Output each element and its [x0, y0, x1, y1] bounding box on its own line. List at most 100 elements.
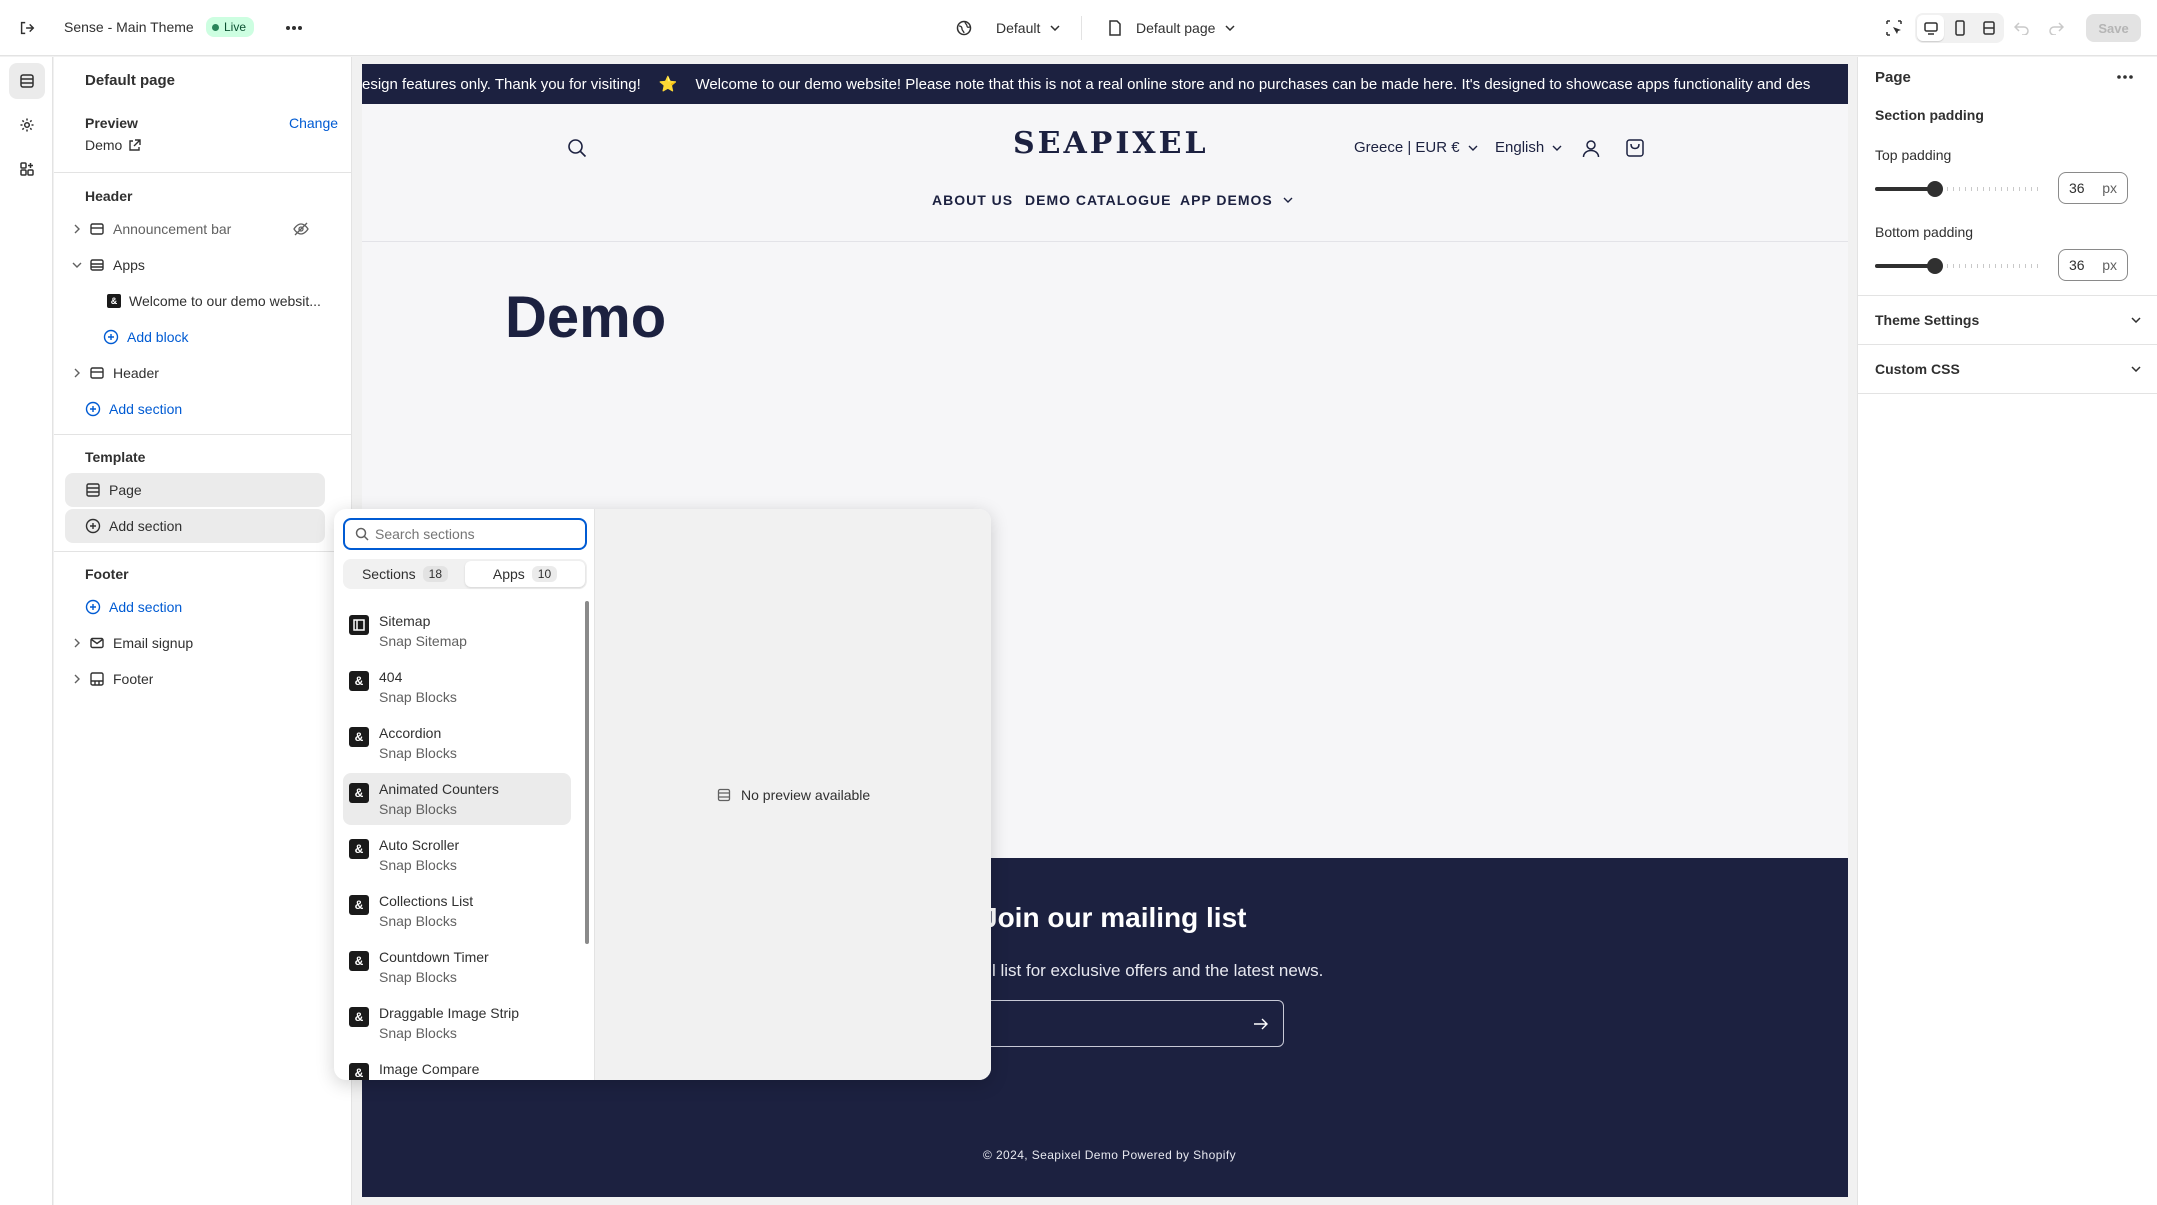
tree-item-label: Welcome to our demo websit... — [129, 293, 321, 309]
preview-label: Preview — [85, 115, 138, 131]
tree-item-label: Email signup — [113, 635, 194, 651]
tree-item-header[interactable]: Header — [65, 356, 325, 390]
item-subtitle: Snap Sitemap — [379, 633, 467, 649]
search-icon[interactable] — [565, 136, 589, 160]
divider — [54, 551, 352, 552]
cart-icon[interactable] — [1623, 136, 1647, 160]
add-block-button[interactable]: Add block — [65, 320, 325, 354]
tree-item-app-block[interactable]: & Welcome to our demo websit... — [65, 284, 325, 318]
bottom-padding-input[interactable]: 36 px — [2058, 249, 2128, 281]
preview-value[interactable]: Demo — [85, 137, 142, 153]
picker-item-accordion[interactable]: & Accordion Snap Blocks — [343, 717, 571, 769]
change-preview-link[interactable]: Change — [289, 115, 338, 131]
more-options-icon[interactable] — [282, 16, 306, 40]
picker-item-collections-list[interactable]: & Collections List Snap Blocks — [343, 885, 571, 937]
country-selector[interactable]: Greece | EUR € — [1354, 139, 1478, 156]
no-preview-label: No preview available — [741, 787, 871, 803]
divider — [54, 434, 352, 435]
page-selector[interactable]: Default page — [1108, 16, 1235, 40]
unit-label: px — [2102, 257, 2117, 273]
store-header: SEAPIXEL Greece | EUR € English ABOUT US… — [362, 104, 1848, 242]
search-sections-field[interactable] — [343, 518, 587, 550]
snap-blocks-app-icon: & — [349, 727, 369, 747]
exit-icon[interactable] — [16, 17, 38, 39]
language-selector[interactable]: English — [1495, 139, 1562, 156]
chevron-down-icon — [1468, 145, 1478, 151]
sitemap-app-icon — [349, 615, 369, 635]
undo-icon[interactable] — [2012, 18, 2032, 38]
tab-count-badge: 10 — [531, 566, 558, 582]
slider-handle[interactable] — [1927, 258, 1943, 274]
picker-item-auto-scroller[interactable]: & Auto Scroller Snap Blocks — [343, 829, 571, 881]
mobile-view-icon[interactable] — [1946, 15, 1973, 41]
theme-settings-gear-icon[interactable] — [9, 107, 45, 143]
chevron-right-icon[interactable] — [73, 224, 81, 234]
snap-blocks-app-icon: & — [349, 671, 369, 691]
theme-settings-accordion[interactable]: Theme Settings — [1875, 308, 2141, 332]
inspector-icon[interactable] — [1882, 16, 1906, 40]
store-logo[interactable]: SEAPIXEL — [1013, 126, 1209, 161]
save-button[interactable]: Save — [2086, 14, 2141, 42]
add-block-label: Add block — [127, 329, 189, 345]
slider-handle[interactable] — [1927, 181, 1943, 197]
custom-css-accordion[interactable]: Custom CSS — [1875, 357, 2141, 381]
item-subtitle: Snap Blocks — [379, 857, 457, 873]
add-section-footer-button[interactable]: Add section — [65, 590, 325, 624]
sections-icon[interactable] — [9, 63, 45, 99]
top-padding-input[interactable]: 36 px — [2058, 172, 2128, 204]
eye-hidden-icon[interactable] — [293, 222, 309, 236]
accordion-title: Theme Settings — [1875, 312, 1980, 328]
live-badge: Live — [206, 17, 255, 37]
tree-item-apps[interactable]: Apps — [65, 248, 325, 282]
picker-item-animated-counters[interactable]: & Animated Counters Snap Blocks — [343, 773, 571, 825]
announcement-text: Welcome to our demo website! Please note… — [695, 75, 1811, 93]
chevron-right-icon[interactable] — [73, 674, 81, 684]
picker-item-404[interactable]: & 404 Snap Blocks — [343, 661, 571, 713]
announcement-bar[interactable]: esign features only. Thank you for visit… — [362, 64, 1848, 104]
picker-item-sitemap[interactable]: Sitemap Snap Sitemap — [343, 605, 571, 657]
accordion-title: Custom CSS — [1875, 361, 1960, 377]
top-padding-slider[interactable] — [1875, 181, 2041, 197]
nav-demo-catalogue[interactable]: DEMO CATALOGUE — [1025, 192, 1171, 208]
item-title: 404 — [379, 669, 403, 685]
chevron-right-icon[interactable] — [73, 368, 81, 378]
picker-item-countdown-timer[interactable]: & Countdown Timer Snap Blocks — [343, 941, 571, 993]
desktop-view-icon[interactable] — [1917, 15, 1944, 41]
add-section-template-button[interactable]: Add section — [65, 509, 325, 543]
theme-name: Sense - Main Theme — [64, 19, 194, 35]
search-sections-input[interactable] — [375, 526, 575, 542]
account-icon[interactable] — [1579, 136, 1603, 160]
picker-item-image-compare[interactable]: & Image Compare — [343, 1053, 571, 1080]
chevron-right-icon[interactable] — [73, 638, 81, 648]
context-selector[interactable]: Default — [956, 16, 1060, 40]
tree-item-announcement-bar[interactable]: Announcement bar — [65, 212, 325, 246]
item-title: Accordion — [379, 725, 442, 741]
divider — [1858, 344, 2157, 345]
page-icon — [1109, 20, 1121, 36]
nav-app-demos[interactable]: APP DEMOS — [1180, 192, 1293, 208]
bottom-padding-slider[interactable] — [1875, 258, 2041, 274]
divider — [1858, 393, 2157, 394]
redo-icon[interactable] — [2046, 18, 2066, 38]
chevron-down-icon[interactable] — [72, 261, 82, 269]
tab-sections[interactable]: Sections 18 — [345, 561, 465, 587]
tree-item-footer[interactable]: Footer — [65, 662, 325, 696]
section-picker: Sections 18 Apps 10 Sitemap Snap Sitemap… — [334, 509, 991, 1080]
tree-item-page[interactable]: Page — [65, 473, 325, 507]
picker-scrollbar[interactable] — [585, 601, 589, 944]
top-padding-label: Top padding — [1875, 147, 1952, 163]
tab-apps[interactable]: Apps 10 — [465, 561, 585, 587]
fullscreen-view-icon[interactable] — [1975, 15, 2002, 41]
arrow-right-icon[interactable] — [1254, 1018, 1269, 1030]
nav-about-us[interactable]: ABOUT US — [932, 192, 1013, 208]
item-subtitle: Snap Blocks — [379, 689, 457, 705]
app-embeds-icon[interactable] — [9, 151, 45, 187]
more-options-icon[interactable] — [2113, 67, 2137, 87]
snap-blocks-app-icon: & — [349, 1063, 369, 1080]
tree-item-label: Page — [109, 482, 142, 498]
tree-item-email-signup[interactable]: Email signup — [65, 626, 325, 660]
add-section-header-button[interactable]: Add section — [65, 392, 325, 426]
picker-item-draggable-image-strip[interactable]: & Draggable Image Strip Snap Blocks — [343, 997, 571, 1049]
nav-app-demos-label: APP DEMOS — [1180, 192, 1273, 208]
item-title: Countdown Timer — [379, 949, 489, 965]
